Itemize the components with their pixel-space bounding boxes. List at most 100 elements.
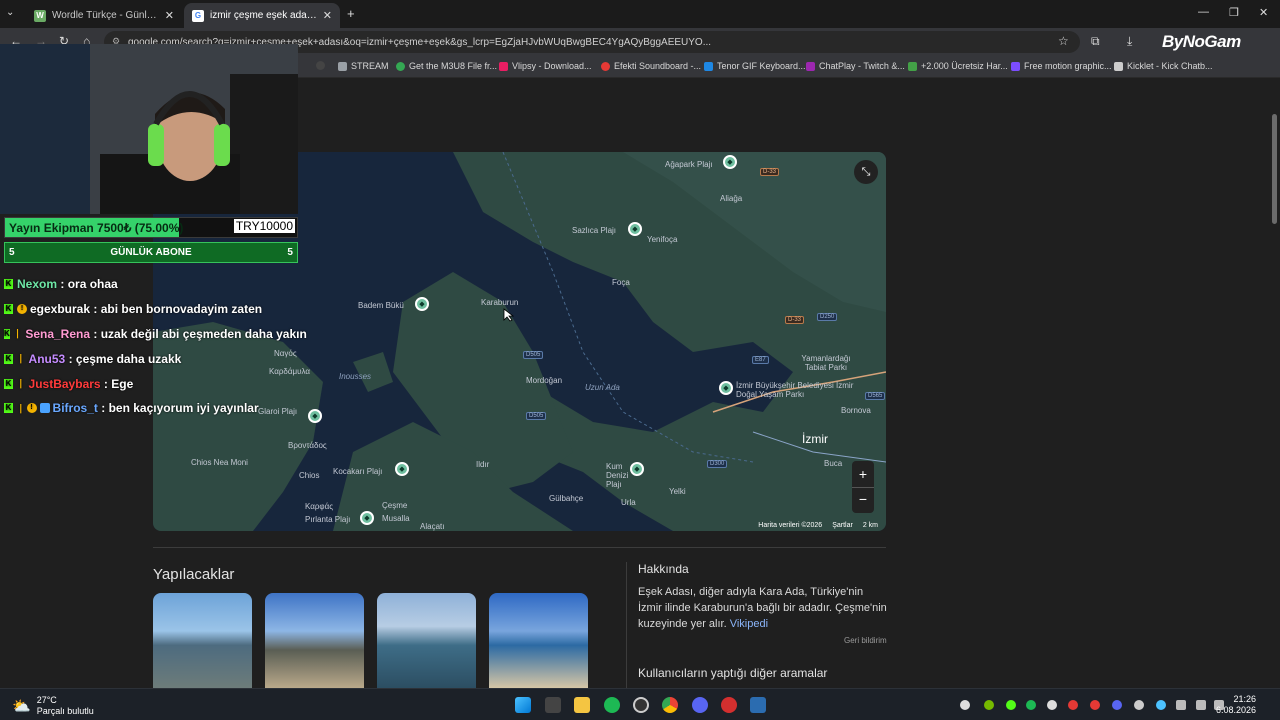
map-label: Chios xyxy=(299,471,320,480)
zoom-out-button[interactable]: − xyxy=(852,487,874,513)
activity-card-image[interactable] xyxy=(377,593,476,688)
obs-icon[interactable] xyxy=(633,697,649,713)
start-menu-icon[interactable] xyxy=(515,697,531,713)
beach-pin-icon[interactable]: ◆ xyxy=(360,511,374,525)
beach-pin-icon[interactable]: ◆ xyxy=(415,297,429,311)
vertical-divider xyxy=(626,562,627,688)
chat-text: : ora ohaa xyxy=(57,277,118,292)
map-label: Sazlıca Plajı xyxy=(572,226,617,235)
zoom-in-button[interactable]: + xyxy=(852,461,874,487)
activity-card-image[interactable] xyxy=(265,593,364,688)
extensions-icon[interactable]: ⧉ xyxy=(1091,34,1100,49)
beach-pin-icon[interactable]: ◆ xyxy=(308,409,322,423)
map-label: İzmir xyxy=(802,432,828,446)
kick-icon: K xyxy=(4,378,13,389)
page-scrollbar[interactable] xyxy=(1272,114,1277,224)
map-label: Bornova xyxy=(841,406,871,415)
about-panel: Hakkında Eşek Adası, diğer adıyla Kara A… xyxy=(638,562,888,632)
tray-spotify-icon[interactable] xyxy=(1026,700,1036,710)
microphone-icon[interactable] xyxy=(1176,700,1186,710)
maximize-icon[interactable]: ❐ xyxy=(1229,6,1239,19)
gifter-badge-icon: ! xyxy=(26,403,37,414)
tab-google-search[interactable]: G izmir çeşme eşek adası - Google ✕ xyxy=(184,3,340,28)
app-blue-icon[interactable] xyxy=(750,697,766,713)
tab-search-icon[interactable]: ⌄ xyxy=(6,7,14,18)
bookmark-icon-only[interactable] xyxy=(316,61,325,70)
spotify-icon[interactable] xyxy=(604,697,620,713)
section-title: Yapılacaklar xyxy=(153,566,235,583)
fullscreen-toggle-icon[interactable]: ⤡ xyxy=(854,160,878,184)
webcam-overlay xyxy=(0,44,298,214)
bookmark-kicklet[interactable]: Kicklet - Kick Chatb... xyxy=(1114,61,1213,71)
kick-icon: K xyxy=(4,403,13,414)
discord-icon[interactable] xyxy=(692,697,708,713)
road-badge: D505 xyxy=(523,351,544,359)
chat-message: K ! egexburak : abi ben bornovadayim zat… xyxy=(0,297,300,322)
tenor-icon xyxy=(704,61,713,71)
task-view-icon[interactable] xyxy=(545,697,561,713)
bookmark-star-icon[interactable]: ☆ xyxy=(1058,34,1069,48)
beach-pin-icon[interactable]: ◆ xyxy=(723,155,737,169)
kick-icon: K xyxy=(4,304,13,315)
tray-app-icon[interactable] xyxy=(1156,700,1166,710)
bookmark-tenor[interactable]: Tenor GIF Keyboard... xyxy=(704,61,806,71)
map-terms-link[interactable]: Şartlar xyxy=(832,522,853,529)
bookmark-vlipsy[interactable]: Vlipsy - Download... xyxy=(499,61,592,71)
beach-pin-icon[interactable]: ◆ xyxy=(630,462,644,476)
tab-wordle[interactable]: W Wordle Türkçe - Günlük Kelime ✕ xyxy=(26,3,182,28)
partly-cloudy-icon: ⛅ xyxy=(12,698,31,715)
tray-kick-icon[interactable] xyxy=(1006,700,1016,710)
tray-nvidia-icon[interactable] xyxy=(984,700,994,710)
bookmark-motion[interactable]: Free motion graphic... xyxy=(1011,61,1112,71)
map-label: Mordoğan xyxy=(526,376,563,385)
chat-username: Nexom xyxy=(17,277,58,292)
tray-steam-icon[interactable] xyxy=(1134,700,1144,710)
about-title: Hakkında xyxy=(638,562,689,576)
beach-pin-icon[interactable]: ◆ xyxy=(628,222,642,236)
efekti-icon xyxy=(601,61,610,71)
donation-goal-bar: Yayın Ekipman 7500₺ (75.00%) TRY10000 xyxy=(4,217,298,238)
weather-widget[interactable]: ⛅ 27°C Parçalı bulutlu xyxy=(12,695,94,717)
temperature: 27°C xyxy=(36,695,57,705)
park-pin-icon[interactable]: ◆ xyxy=(719,381,733,395)
minimize-icon[interactable]: — xyxy=(1198,6,1209,18)
map-label: Foça xyxy=(612,278,630,287)
bookmark-freepik[interactable]: +2.000 Ücretsiz Har... xyxy=(908,61,1008,71)
download-icon[interactable]: ⤓ xyxy=(1127,34,1132,49)
file-explorer-icon[interactable] xyxy=(574,697,590,713)
tray-app-icon[interactable] xyxy=(1068,700,1078,710)
bookmark-m3u8[interactable]: Get the M3U8 File fr... xyxy=(396,61,497,71)
verified-badge-icon xyxy=(39,403,50,414)
tray-app-icon[interactable] xyxy=(1090,700,1100,710)
m3u8-icon xyxy=(396,61,405,71)
map-label: Alaçatı xyxy=(420,522,445,531)
chat-message: K ❘ ! Bifros_t : ben kaçıyorum iyi yayın… xyxy=(0,396,300,421)
road-badge: D505 xyxy=(526,412,547,420)
beach-pin-icon[interactable]: ◆ xyxy=(395,462,409,476)
chat-text: : çeşme daha uzakk xyxy=(65,351,182,366)
network-icon[interactable] xyxy=(1196,700,1206,710)
new-tab-button[interactable]: + xyxy=(347,6,355,21)
tray-app-icon[interactable] xyxy=(1047,700,1057,710)
kick-icon: K xyxy=(4,328,10,339)
bookmark-chatplay[interactable]: ChatPlay - Twitch &... xyxy=(806,61,905,71)
close-tab-icon[interactable]: ✕ xyxy=(323,9,332,22)
bookmark-efekti[interactable]: Efekti Soundboard -... xyxy=(601,61,701,71)
feedback-link[interactable]: Geri bildirim xyxy=(844,636,887,645)
map-label: Yamanlardağı Tabiat Parkı xyxy=(801,354,851,372)
close-window-icon[interactable]: ✕ xyxy=(1259,6,1268,19)
bookmark-stream[interactable]: STREAM xyxy=(338,61,389,71)
tray-settings-icon[interactable] xyxy=(960,700,970,710)
app-red-icon[interactable] xyxy=(721,697,737,713)
map-label: Yelki xyxy=(669,487,686,496)
weather-condition: Parçalı bulutlu xyxy=(36,706,94,716)
road-badge: D-33 xyxy=(785,316,805,324)
chrome-icon[interactable] xyxy=(662,697,678,713)
tray-discord-icon[interactable] xyxy=(1112,700,1122,710)
system-clock[interactable]: 21:26 6.08.2026 xyxy=(1216,694,1256,716)
activity-card-image[interactable] xyxy=(153,593,252,688)
activity-card-image[interactable] xyxy=(489,593,588,688)
map-label: Gülbahçe xyxy=(549,494,584,503)
close-tab-icon[interactable]: ✕ xyxy=(165,9,174,22)
wikipedia-link[interactable]: Vikipedi xyxy=(730,618,768,630)
